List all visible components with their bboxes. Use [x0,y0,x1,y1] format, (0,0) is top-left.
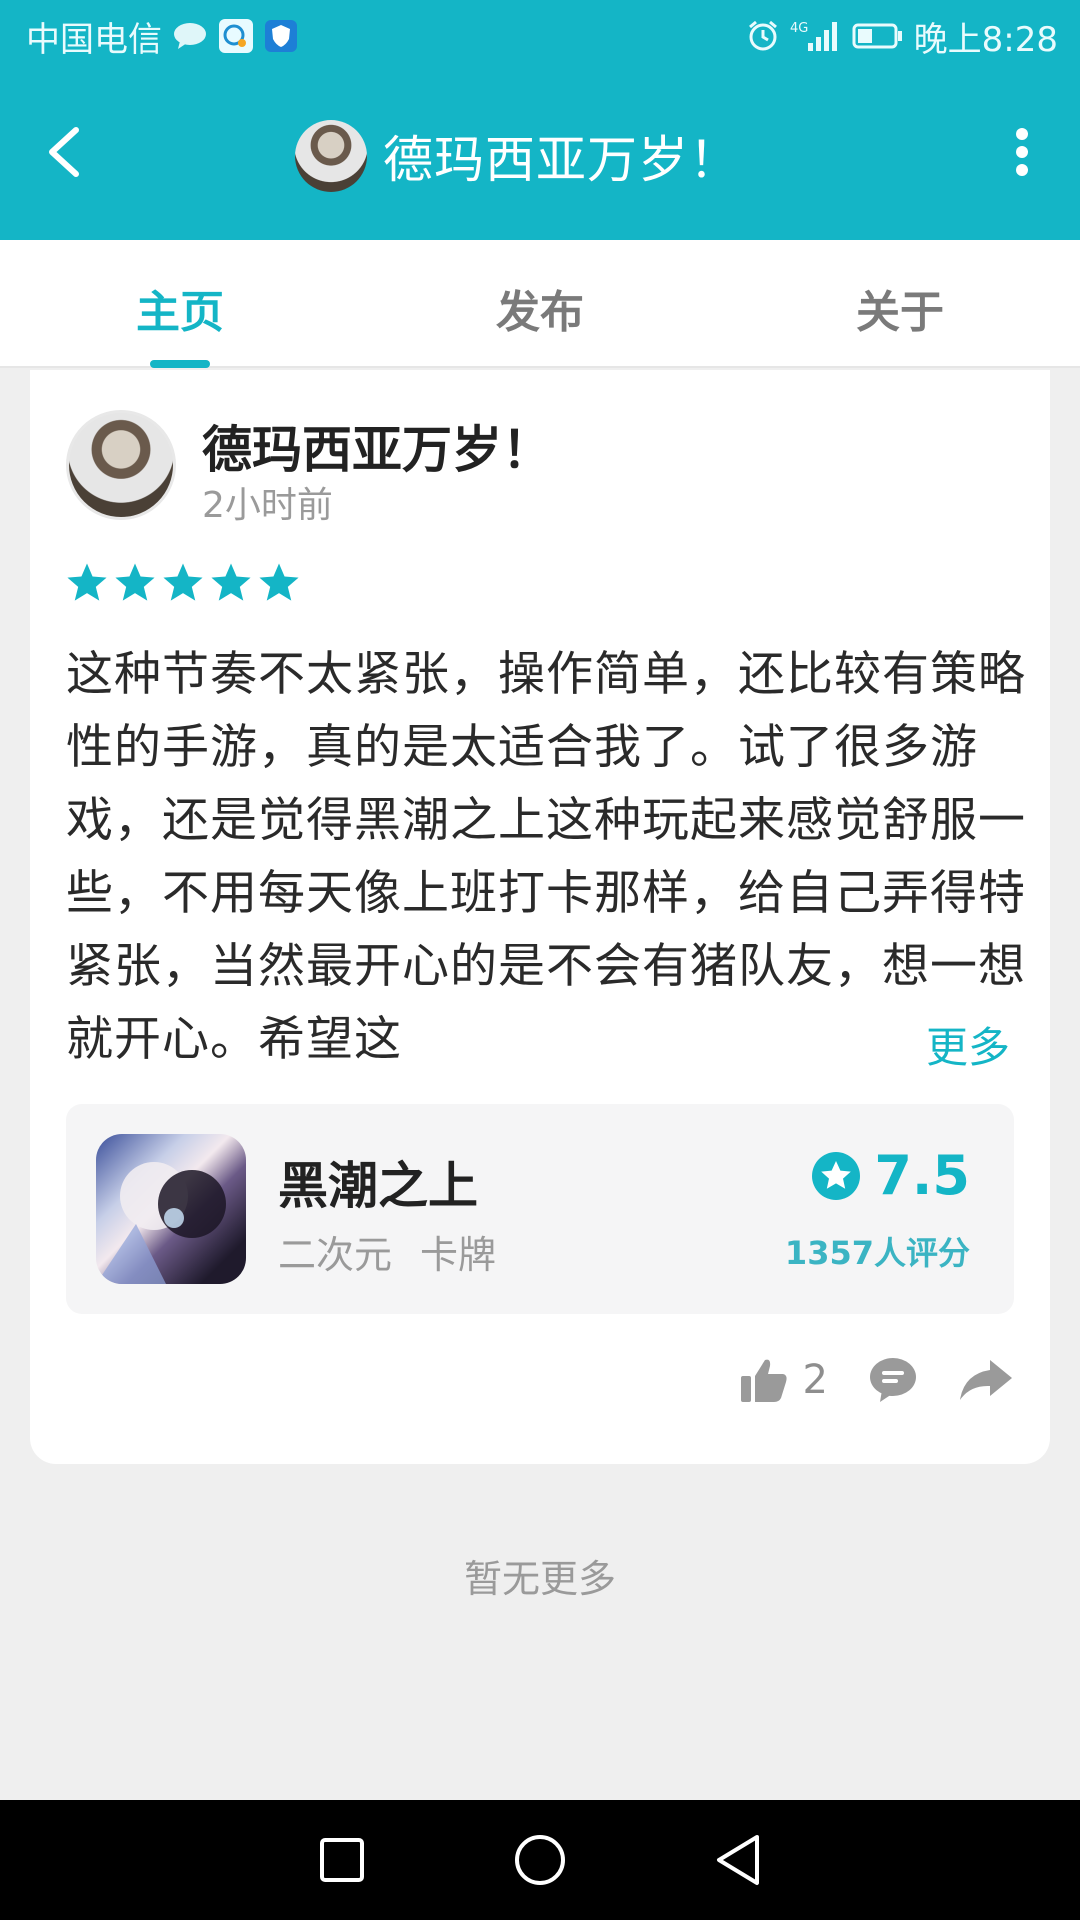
like-button[interactable]: 2 [739,1356,868,1404]
comment-button[interactable] [868,1356,918,1404]
author-name[interactable]: 德玛西亚万岁！ [202,410,552,482]
active-tab-indicator [150,360,210,368]
game-name: 黑潮之上 [278,1157,478,1215]
post-time: 2小时前 [202,485,333,526]
comment-icon [870,1358,916,1402]
tab-home[interactable]: 主页 [50,276,310,340]
tab-about[interactable]: 关于 [770,276,1030,340]
rating-stars [64,560,302,606]
game-tags: 二次元 卡牌 [278,1224,496,1279]
message-app-icon [218,18,254,54]
expand-more-link[interactable]: 更多 [926,1014,1011,1075]
star-icon [211,563,251,601]
author-avatar[interactable] [66,410,176,520]
shield-icon [264,19,298,53]
signal-icon: 4G [790,19,842,53]
svg-text:4G: 4G [790,21,808,36]
game-rating: 7.5 [812,1144,970,1207]
back-button[interactable] [36,120,92,184]
recents-square-icon[interactable] [317,1835,367,1885]
review-card: 德玛西亚万岁！ 2小时前 这种节奏不太紧张，操作简单，还比较有策略性的手游，真的… [30,370,1050,1464]
game-info-card[interactable]: 黑潮之上 二次元 卡牌 7.5 1357人评分 [66,1104,1014,1314]
star-icon [259,563,299,601]
tab-bar: 主页 发布 关于 [0,240,1080,368]
more-vertical-icon [1016,128,1028,176]
status-right: 4G 晚上8:28 [746,12,1058,61]
share-button[interactable] [958,1356,1014,1404]
post-actions: 2 [739,1356,1014,1404]
game-score: 7.5 [874,1144,970,1207]
header-title-group: 德玛西亚万岁！ [295,120,740,192]
battery-icon [852,21,904,51]
home-circle-icon[interactable] [513,1833,567,1887]
star-icon [67,563,107,601]
status-time: 晚上8:28 [913,19,1058,60]
app-bar: 德玛西亚万岁！ [0,72,1080,240]
carrier-label: 中国电信 [26,19,162,60]
rating-count: 1357人评分 [784,1234,970,1272]
game-tag: 二次元 [278,1233,393,1277]
star-icon [163,563,203,601]
status-left: 中国电信 [26,12,298,61]
game-icon [96,1134,246,1284]
chat-icon [172,21,208,51]
star-icon [115,563,155,601]
alarm-icon [746,19,780,53]
tab-publish[interactable]: 发布 [410,276,670,340]
back-triangle-icon[interactable] [713,1833,763,1887]
page-title: 德玛西亚万岁！ [383,131,740,189]
star-badge-icon [812,1151,861,1200]
header-avatar[interactable] [295,120,367,192]
status-bar: 中国电信 4G 晚上8:28 [0,0,1080,72]
system-nav-bar [0,1800,1080,1920]
thumbs-up-icon [740,1359,787,1402]
like-count: 2 [802,1357,828,1403]
share-icon [960,1360,1012,1400]
game-tag: 卡牌 [420,1233,497,1277]
end-of-list-text: 暂无更多 [463,1557,616,1601]
more-options-button[interactable] [994,120,1050,184]
back-arrow-icon [49,127,79,177]
